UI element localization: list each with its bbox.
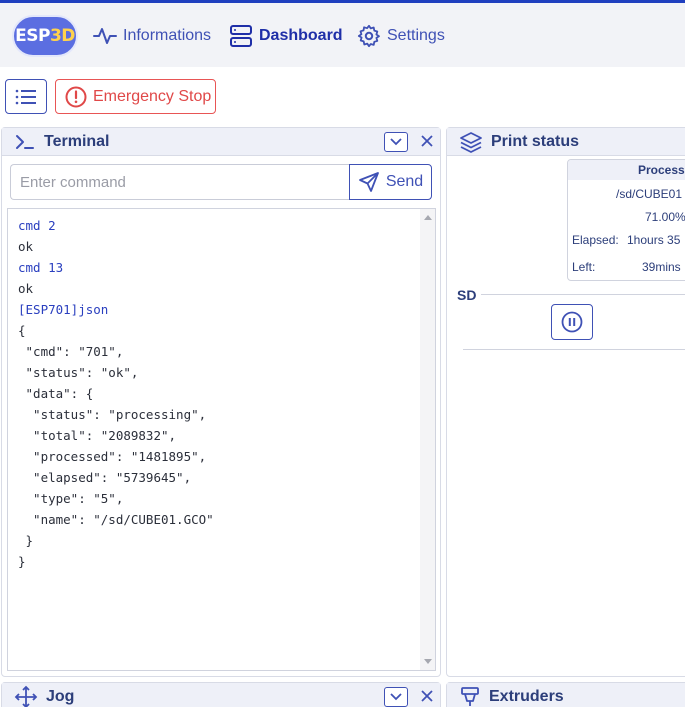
jog-close-button[interactable]: [418, 686, 436, 706]
emergency-stop-label: Emergency Stop: [93, 87, 212, 105]
nav-settings[interactable]: Settings: [357, 23, 445, 49]
close-icon: [421, 135, 433, 147]
sd-bottom-divider: [463, 349, 685, 350]
scroll-up-arrow-icon[interactable]: [424, 215, 432, 220]
print-progress: 71.00%: [645, 210, 685, 224]
close-icon: [421, 690, 433, 702]
navbar: ESP3D Informations Dashboard Settings: [0, 3, 685, 67]
send-label: Send: [385, 173, 424, 190]
esp3d-logo[interactable]: ESP3D: [12, 15, 78, 57]
terminal-line: "elapsed": "5739645",: [18, 470, 192, 485]
jog-collapse-button[interactable]: [384, 687, 408, 707]
jog-panel: Jog: [1, 682, 441, 707]
terminal-header: Terminal: [2, 128, 440, 156]
panels-menu-button[interactable]: [5, 79, 47, 114]
terminal-collapse-button[interactable]: [384, 132, 408, 152]
terminal-line: cmd 13: [18, 260, 64, 275]
terminal-line: "status": "ok",: [18, 365, 139, 380]
terminal-line: ok: [18, 239, 34, 254]
terminal-title: Terminal: [44, 132, 110, 150]
pause-icon: [561, 311, 583, 333]
terminal-line: ok: [18, 281, 34, 296]
nav-dashboard-label: Dashboard: [259, 27, 343, 44]
jog-header: Jog: [2, 683, 440, 707]
extruders-header: Extruders: [447, 683, 685, 707]
print-status-card: Processin /sd/CUBE01 71.00% Elapsed: 1ho…: [567, 159, 685, 281]
command-input[interactable]: [10, 164, 350, 200]
terminal-line: {: [18, 323, 26, 338]
elapsed-value: 1hours 35: [627, 233, 681, 247]
elapsed-label: Elapsed:: [572, 233, 619, 247]
send-button[interactable]: Send: [349, 164, 432, 200]
terminal-line: "cmd": "701",: [18, 344, 124, 359]
layers-icon: [460, 131, 482, 153]
print-state: Processin: [568, 160, 685, 180]
terminal-line: "processed": "1481895",: [18, 449, 207, 464]
terminal-line: "name": "/sd/CUBE01.GCO": [18, 512, 214, 527]
terminal-line: }: [18, 554, 26, 569]
emergency-stop-button[interactable]: Emergency Stop: [55, 79, 216, 114]
terminal-icon: [16, 134, 34, 149]
extruders-panel: Extruders: [446, 682, 685, 707]
terminal-line: "data": {: [18, 386, 94, 401]
extruders-title: Extruders: [489, 687, 564, 705]
terminal-line: "type": "5",: [18, 491, 124, 506]
left-value: 39mins: [642, 260, 681, 274]
terminal-close-button[interactable]: [418, 131, 436, 151]
send-icon: [358, 172, 379, 192]
jog-title: Jog: [46, 687, 75, 705]
print-status-title: Print status: [491, 132, 580, 150]
sd-label: SD: [457, 287, 477, 303]
chevron-down-icon: [390, 693, 402, 701]
nav-informations[interactable]: Informations: [93, 23, 211, 49]
print-file: /sd/CUBE01: [616, 187, 683, 201]
alert-circle-icon: [65, 86, 87, 107]
left-label: Left:: [572, 260, 596, 274]
terminal-line: "status": "processing",: [18, 407, 207, 422]
scroll-down-arrow-icon[interactable]: [424, 659, 432, 664]
move-icon: [14, 685, 38, 707]
terminal-line: cmd 2: [18, 218, 56, 233]
terminal-output[interactable]: cmd 2 ok cmd 13 ok [ESP701]json { "cmd": "701…: [7, 208, 436, 671]
list-icon: [15, 89, 36, 104]
nav-dashboard[interactable]: Dashboard: [229, 23, 343, 49]
nav-settings-label: Settings: [387, 27, 445, 44]
chevron-down-icon: [390, 138, 402, 146]
extruder-icon: [461, 686, 479, 706]
pause-button[interactable]: [551, 304, 593, 340]
terminal-scrollbar[interactable]: [420, 209, 435, 670]
terminal-line: [ESP701]json: [18, 302, 109, 317]
print-status-header: Print status: [447, 128, 685, 156]
terminal-lines: cmd 2 ok cmd 13 ok [ESP701]json { "cmd": "701…: [18, 215, 214, 572]
server-icon: [230, 25, 252, 47]
terminal-line: }: [18, 533, 34, 548]
nav-informations-label: Informations: [123, 27, 212, 44]
activity-icon: [93, 28, 117, 44]
sd-divider: [481, 294, 685, 295]
gear-icon: [357, 24, 380, 48]
terminal-line: "total": "2089832",: [18, 428, 177, 443]
